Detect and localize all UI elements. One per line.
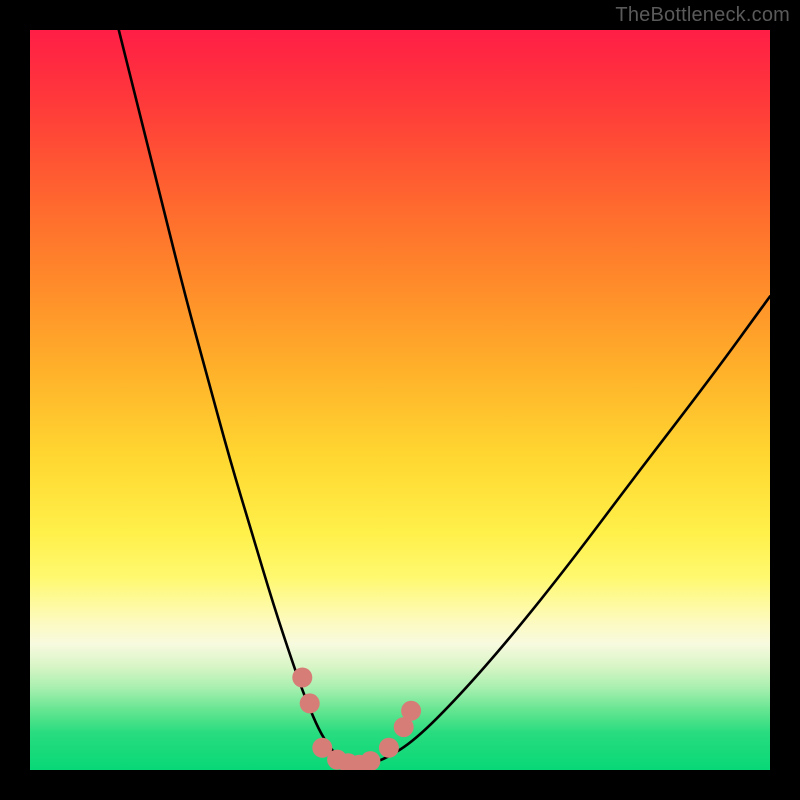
curve-marker [349, 755, 369, 770]
watermark-text: TheBottleneck.com [615, 4, 790, 27]
marker-group [292, 668, 421, 771]
curve-marker [300, 693, 320, 713]
chart-stage: TheBottleneck.com [0, 0, 800, 800]
curve-marker [327, 750, 347, 770]
plot-area [30, 30, 770, 770]
curve-marker [292, 668, 312, 688]
curve-marker [312, 738, 332, 758]
curve-marker [338, 753, 358, 770]
curve-marker [360, 751, 380, 770]
curve-layer [30, 30, 770, 770]
curve-marker [401, 701, 421, 721]
curve-marker [394, 717, 414, 737]
bottleneck-curve [119, 30, 770, 766]
curve-marker [379, 738, 399, 758]
